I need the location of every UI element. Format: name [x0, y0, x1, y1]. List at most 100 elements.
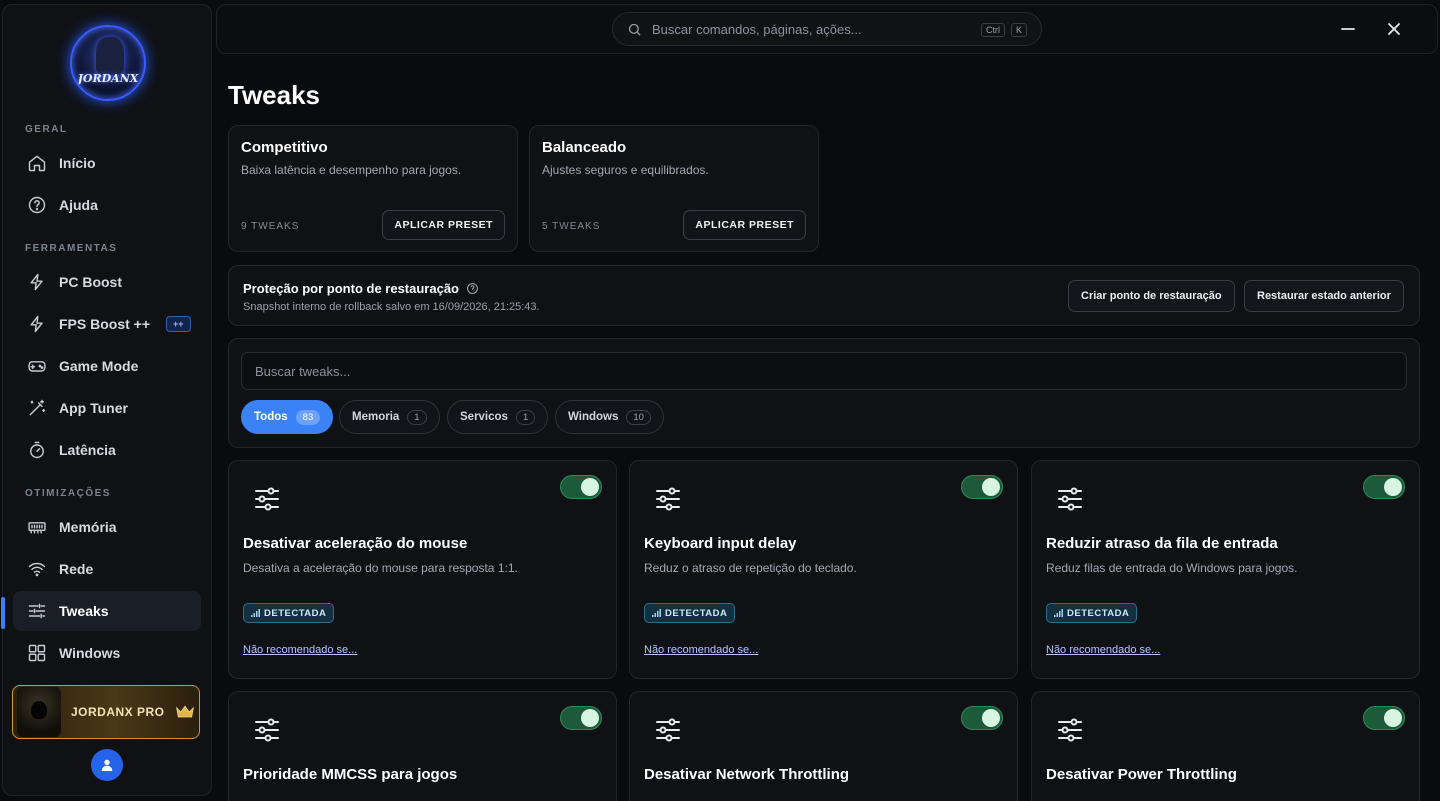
- tweak-title: Desativar Network Throttling: [644, 766, 850, 783]
- sidebar-item-ajuda[interactable]: Ajuda: [13, 185, 201, 225]
- close-icon: [1388, 23, 1400, 35]
- filter-chip-memoria[interactable]: Memoria 1: [339, 400, 440, 434]
- bolt-icon: [30, 273, 43, 291]
- close-button[interactable]: [1384, 19, 1404, 39]
- sidebar-item-windows[interactable]: Windows: [13, 633, 201, 673]
- section-label-ferramentas: FERRAMENTAS: [25, 243, 118, 254]
- memory-icon: [28, 522, 46, 534]
- create-restore-point-button[interactable]: Criar ponto de restauração: [1068, 280, 1235, 312]
- user-avatar[interactable]: [91, 749, 123, 781]
- apply-preset-button[interactable]: APLICAR PRESET: [382, 210, 505, 240]
- detected-badge: DETECTADA: [243, 603, 335, 623]
- filter-chip-todos[interactable]: Todos 83: [241, 400, 334, 434]
- tweak-card: Desativar aceleração do mouse Desativa a…: [228, 460, 617, 679]
- sidebar-item-label: Rede: [59, 561, 94, 577]
- sidebar-item-pc-boost[interactable]: PC Boost: [13, 262, 201, 302]
- sliders-icon: [654, 716, 682, 744]
- tweak-card: Reduzir atraso da fila de entrada Reduz …: [1031, 460, 1420, 679]
- sidebar-item-label: PC Boost: [59, 274, 122, 290]
- sidebar-item-rede[interactable]: Rede: [13, 549, 201, 589]
- filter-panel: Buscar tweaks... Todos 83 Memoria 1 Serv…: [228, 338, 1420, 448]
- command-search[interactable]: Buscar comandos, páginas, ações... Ctrl …: [612, 12, 1042, 46]
- tweak-desc: Reduz filas de entrada do Windows para j…: [1046, 561, 1298, 575]
- tweak-card: Desativar Power Throttling: [1031, 691, 1420, 801]
- tweak-title: Reduzir atraso da fila de entrada: [1046, 535, 1278, 552]
- tweak-card: Keyboard input delay Reduz o atraso de r…: [629, 460, 1018, 679]
- sidebar-item-label: Memória: [59, 519, 117, 535]
- logo-figure-icon: [96, 37, 124, 75]
- section-label-geral: GERAL: [25, 124, 68, 135]
- kbd-k: K: [1011, 23, 1028, 37]
- pro-upgrade-card[interactable]: JORDANX PRO: [12, 685, 200, 739]
- search-icon: [628, 23, 641, 36]
- help-circle-icon[interactable]: [466, 282, 479, 295]
- grid-icon: [28, 644, 46, 662]
- restore-point-panel: Proteção por ponto de restauração Snapsh…: [228, 265, 1420, 326]
- kbd-ctrl: Ctrl: [981, 23, 1005, 37]
- tweak-title: Desativar aceleração do mouse: [243, 535, 468, 552]
- sidebar-item-latencia[interactable]: Latência: [13, 430, 201, 470]
- not-recommended-link[interactable]: Não recomendado se...: [243, 644, 357, 656]
- badge-label: DETECTADA: [1067, 607, 1130, 619]
- minimize-button[interactable]: [1338, 19, 1358, 39]
- section-label-otimizacoes: OTIMIZAÇÕES: [25, 488, 111, 499]
- chip-label: Servicos: [460, 411, 508, 423]
- top-bar: Buscar comandos, páginas, ações... Ctrl …: [216, 4, 1438, 54]
- minimize-icon: [1341, 28, 1355, 30]
- sidebar-item-memoria[interactable]: Memória: [13, 507, 201, 547]
- home-icon: [28, 155, 46, 172]
- not-recommended-link[interactable]: Não recomendado se...: [1046, 644, 1160, 656]
- chip-label: Todos: [254, 411, 288, 423]
- tweak-toggle[interactable]: [560, 706, 602, 730]
- wifi-icon: [28, 562, 46, 577]
- chip-count: 10: [626, 409, 651, 425]
- active-indicator: [1, 597, 5, 629]
- crown-icon: [175, 705, 194, 718]
- tweak-desc: Desativa a aceleração do mouse para resp…: [243, 561, 518, 575]
- app-logo[interactable]: JORDANX: [70, 25, 146, 101]
- tweak-search-input[interactable]: Buscar tweaks...: [241, 352, 1407, 390]
- detected-badge: DETECTADA: [644, 603, 736, 623]
- apply-preset-button[interactable]: APLICAR PRESET: [683, 210, 806, 240]
- signal-icon: [1054, 609, 1063, 617]
- tweak-toggle[interactable]: [1363, 475, 1405, 499]
- sidebar: JORDANX GERAL Início Ajuda FERRAMENTAS P…: [1, 4, 212, 796]
- tweak-toggle[interactable]: [961, 475, 1003, 499]
- preset-card-balanceado: Balanceado Ajustes seguros e equilibrado…: [529, 125, 819, 252]
- fps-boost-badge: ++: [166, 316, 191, 332]
- restore-previous-state-button[interactable]: Restaurar estado anterior: [1244, 280, 1404, 312]
- restore-subtitle: Snapshot interno de rollback salvo em 16…: [243, 301, 540, 313]
- sidebar-item-inicio[interactable]: Início: [13, 143, 201, 183]
- not-recommended-link[interactable]: Não recomendado se...: [644, 644, 758, 656]
- bolt-icon: [30, 315, 43, 333]
- restore-title-text: Proteção por ponto de restauração: [243, 281, 459, 296]
- chip-count: 1: [515, 409, 536, 425]
- sliders-icon: [253, 716, 281, 744]
- pro-label: JORDANX PRO: [71, 705, 165, 719]
- chip-label: Windows: [568, 411, 619, 423]
- help-circle-icon: [28, 196, 46, 214]
- preset-title: Balanceado: [542, 139, 627, 156]
- sidebar-item-fps-boost[interactable]: FPS Boost ++ ++: [13, 304, 201, 344]
- sidebar-item-label: Tweaks: [59, 603, 109, 619]
- preset-desc: Ajustes seguros e equilibrados.: [542, 163, 709, 177]
- gamepad-icon: [28, 361, 46, 372]
- sliders-icon: [1056, 716, 1084, 744]
- signal-icon: [251, 609, 260, 617]
- sidebar-item-app-tuner[interactable]: App Tuner: [13, 388, 201, 428]
- chip-label: Memoria: [352, 411, 400, 423]
- preset-title: Competitivo: [241, 139, 328, 156]
- preset-desc: Baixa latência e desempenho para jogos.: [241, 163, 462, 177]
- preset-card-competitivo: Competitivo Baixa latência e desempenho …: [228, 125, 518, 252]
- sidebar-item-label: Ajuda: [59, 197, 98, 213]
- logo-text: JORDANX: [77, 72, 139, 85]
- filter-chip-windows[interactable]: Windows 10: [555, 400, 664, 434]
- sidebar-item-game-mode[interactable]: Game Mode: [13, 346, 201, 386]
- sidebar-item-label: Windows: [59, 645, 121, 661]
- sidebar-item-label: FPS Boost ++: [59, 316, 151, 332]
- tweak-toggle[interactable]: [1363, 706, 1405, 730]
- sidebar-item-tweaks[interactable]: Tweaks: [13, 591, 201, 631]
- tweak-toggle[interactable]: [560, 475, 602, 499]
- filter-chip-servicos[interactable]: Servicos 1: [447, 400, 549, 434]
- tweak-toggle[interactable]: [961, 706, 1003, 730]
